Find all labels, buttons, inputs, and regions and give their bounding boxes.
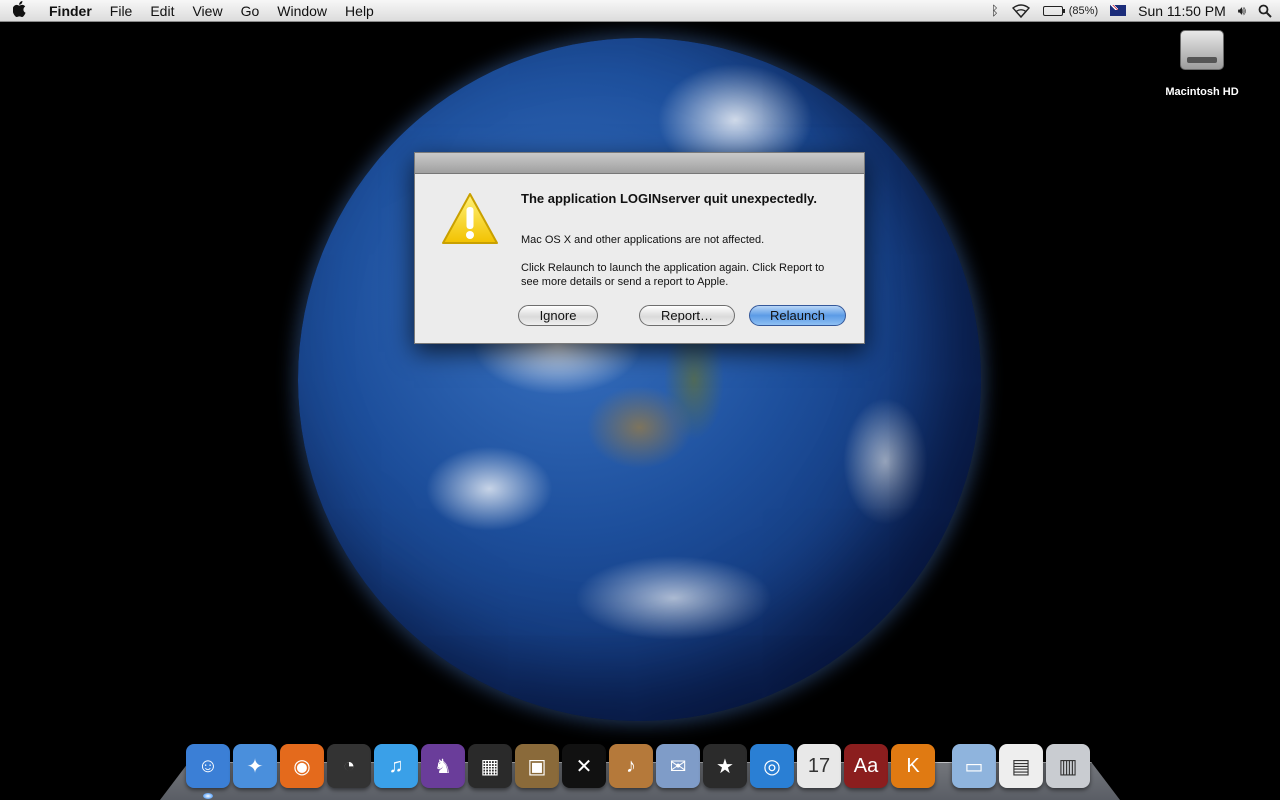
dialog-title: The application LOGINserver quit unexpec… [521,191,817,206]
report-button[interactable]: Report… [639,305,735,326]
volume-icon[interactable]: 🔊︎ [1238,3,1246,19]
spaces-icon[interactable] [963,4,979,18]
itunes-icon[interactable]: ♫ [374,744,418,788]
earth-wallpaper [298,38,981,721]
menu-window[interactable]: Window [268,0,336,22]
garageband-icon[interactable]: ♪ [609,744,653,788]
menu-go[interactable]: Go [232,0,269,22]
menu-help[interactable]: Help [336,0,383,22]
document-stack-icon[interactable]: ▤ [999,744,1043,788]
adium-icon[interactable]: ♞ [421,744,465,788]
spotlight-search-icon[interactable] [1258,4,1272,18]
dock: ☺ ✦ ◉ ◔ ♫ ♞ ▦ ▣ ✕ ♪ ✉ ★ ◎ 17 Aa K ▭ ▤ ▥ [186,740,1093,788]
dvd-player-icon[interactable]: ◎ [750,744,794,788]
apple-icon[interactable] [0,0,40,21]
input-menu-flag-icon[interactable] [1110,5,1127,16]
caution-icon [441,192,499,246]
battery-icon [1042,5,1065,16]
menu-bar: Finder File Edit View Go Window Help ᛒ (… [0,0,1280,22]
dictionary-icon[interactable]: Aa [844,744,888,788]
front-row-icon[interactable]: ✕ [562,744,606,788]
dialog-message: Mac OS X and other applications are not … [521,234,765,246]
dialog-titlebar[interactable] [415,153,864,174]
ical-icon[interactable]: 17 [797,744,841,788]
mail-icon[interactable]: ✉ [656,744,700,788]
macintosh-hd-label: Macintosh HD [1165,86,1239,98]
komodo-icon[interactable]: K [891,744,935,788]
relaunch-button[interactable]: Relaunch [749,305,846,326]
menu-view[interactable]: View [183,0,231,22]
menu-clock[interactable]: Sun 11:50 PM [1138,3,1226,19]
firefox-icon[interactable]: ◉ [280,744,324,788]
photo-booth-icon[interactable]: ▦ [468,744,512,788]
safari-icon[interactable]: ✦ [233,744,277,788]
finder-icon[interactable]: ☺ [186,744,230,788]
hard-drive-icon [1180,30,1224,70]
dialog-instructions: Click Relaunch to launch the application… [521,262,825,288]
menu-file[interactable]: File [101,0,142,22]
imovie-icon[interactable]: ★ [703,744,747,788]
trash-icon[interactable]: ▥ [1046,744,1090,788]
macintosh-hd-desktop-icon[interactable]: Macintosh HD [1156,30,1248,98]
iphoto-icon[interactable]: ▣ [515,744,559,788]
wifi-icon[interactable] [1011,3,1031,18]
menu-extras: ᛒ (85%) Sun 11:50 PM 🔊︎ [951,0,1280,22]
running-indicator [203,793,213,799]
menu-edit[interactable]: Edit [141,0,183,22]
documents-folder-icon[interactable]: ▭ [952,744,996,788]
battery-percent: (85%) [1068,4,1099,17]
menu-finder[interactable]: Finder [40,0,101,22]
battery-indicator[interactable]: (85%) [1042,4,1099,17]
ignore-button[interactable]: Ignore [518,305,598,326]
desktop [0,0,1280,800]
dashboard-icon[interactable]: ◔ [327,744,371,788]
bluetooth-icon[interactable]: ᛒ [991,3,999,18]
crash-alert-dialog: The application LOGINserver quit unexpec… [414,152,865,344]
